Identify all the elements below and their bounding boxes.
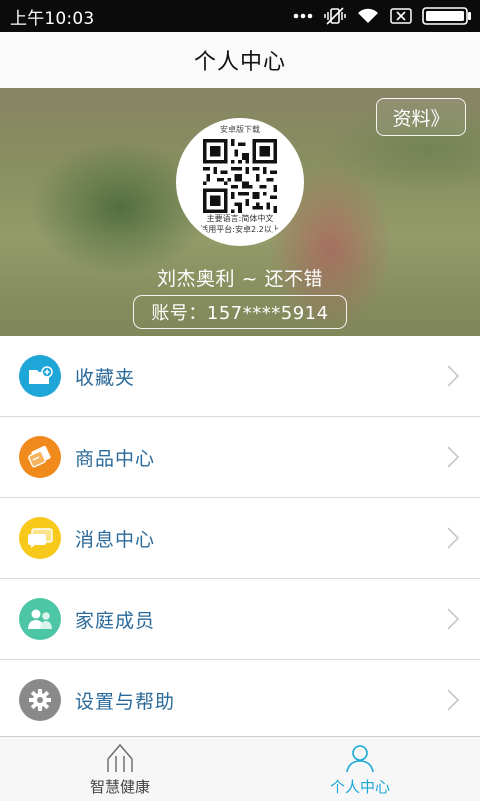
signal-dots-icon <box>292 11 314 21</box>
wifi-icon <box>356 7 380 25</box>
account-number: 账号：157****5914 <box>133 295 347 329</box>
qr-caption-top: 安卓版下载 <box>220 125 260 134</box>
status-icons <box>292 6 472 26</box>
qr-code-icon <box>203 139 277 213</box>
menu-item-label: 设置与帮助 <box>75 690 176 713</box>
vibrate-icon <box>324 6 346 26</box>
chevron-right-icon <box>447 446 460 468</box>
person-icon <box>346 745 374 773</box>
folder-plus-icon <box>19 355 61 397</box>
status-bar: 上午10:03 <box>0 0 480 32</box>
menu-item-label: 商品中心 <box>75 447 156 470</box>
qr-line-1: 主要语言:简体中文 <box>206 214 274 223</box>
menu-item-label: 收藏夹 <box>75 366 136 389</box>
menu-item-family[interactable]: 家庭成员 <box>0 579 480 660</box>
gear-icon <box>19 679 61 721</box>
status-time: 上午10:03 <box>10 8 95 29</box>
chat-bubble-icon <box>19 517 61 559</box>
menu-item-products[interactable]: 商品中心 <box>0 417 480 498</box>
family-icon <box>19 598 61 640</box>
qr-line-2: 适用平台:安卓2.2以上 <box>200 225 280 234</box>
menu-item-messages[interactable]: 消息中心 <box>0 498 480 579</box>
profile-header: 资料》 安卓版下载 主要语言:简体中文 适用平台:安卓2.2以上 刘杰奥利 ~ … <box>0 88 480 336</box>
user-name: 刘杰奥利 ~ 还不错 <box>157 268 323 290</box>
tab-label: 智慧健康 <box>89 778 150 796</box>
tab-label: 个人中心 <box>329 778 390 796</box>
chevron-right-icon <box>447 608 460 630</box>
menu-item-label: 家庭成员 <box>75 609 156 632</box>
tag-icon <box>19 436 61 478</box>
menu-item-settings[interactable]: 设置与帮助 <box>0 660 480 741</box>
title-bar: 个人中心 <box>0 32 480 89</box>
menu-list: 收藏夹 商品中心 消息中心 家庭成员 设置与帮助 <box>0 336 480 741</box>
chevron-right-icon <box>447 527 460 549</box>
chevron-right-icon <box>447 365 460 387</box>
tab-personal-center[interactable]: 个人中心 <box>240 737 480 801</box>
menu-item-label: 消息中心 <box>75 528 156 551</box>
profile-details-button[interactable]: 资料》 <box>376 98 466 136</box>
tab-smart-health[interactable]: 智慧健康 <box>0 737 240 801</box>
no-sim-icon <box>390 8 412 24</box>
health-arrow-icon <box>107 743 133 772</box>
qr-code-avatar[interactable]: 安卓版下载 主要语言:简体中文 适用平台:安卓2.2以上 <box>176 118 304 246</box>
battery-icon <box>422 7 472 25</box>
menu-item-favorites[interactable]: 收藏夹 <box>0 336 480 417</box>
bottom-nav: 智慧健康 个人中心 <box>0 736 480 801</box>
chevron-right-icon <box>447 689 460 711</box>
page-title: 个人中心 <box>193 50 286 75</box>
